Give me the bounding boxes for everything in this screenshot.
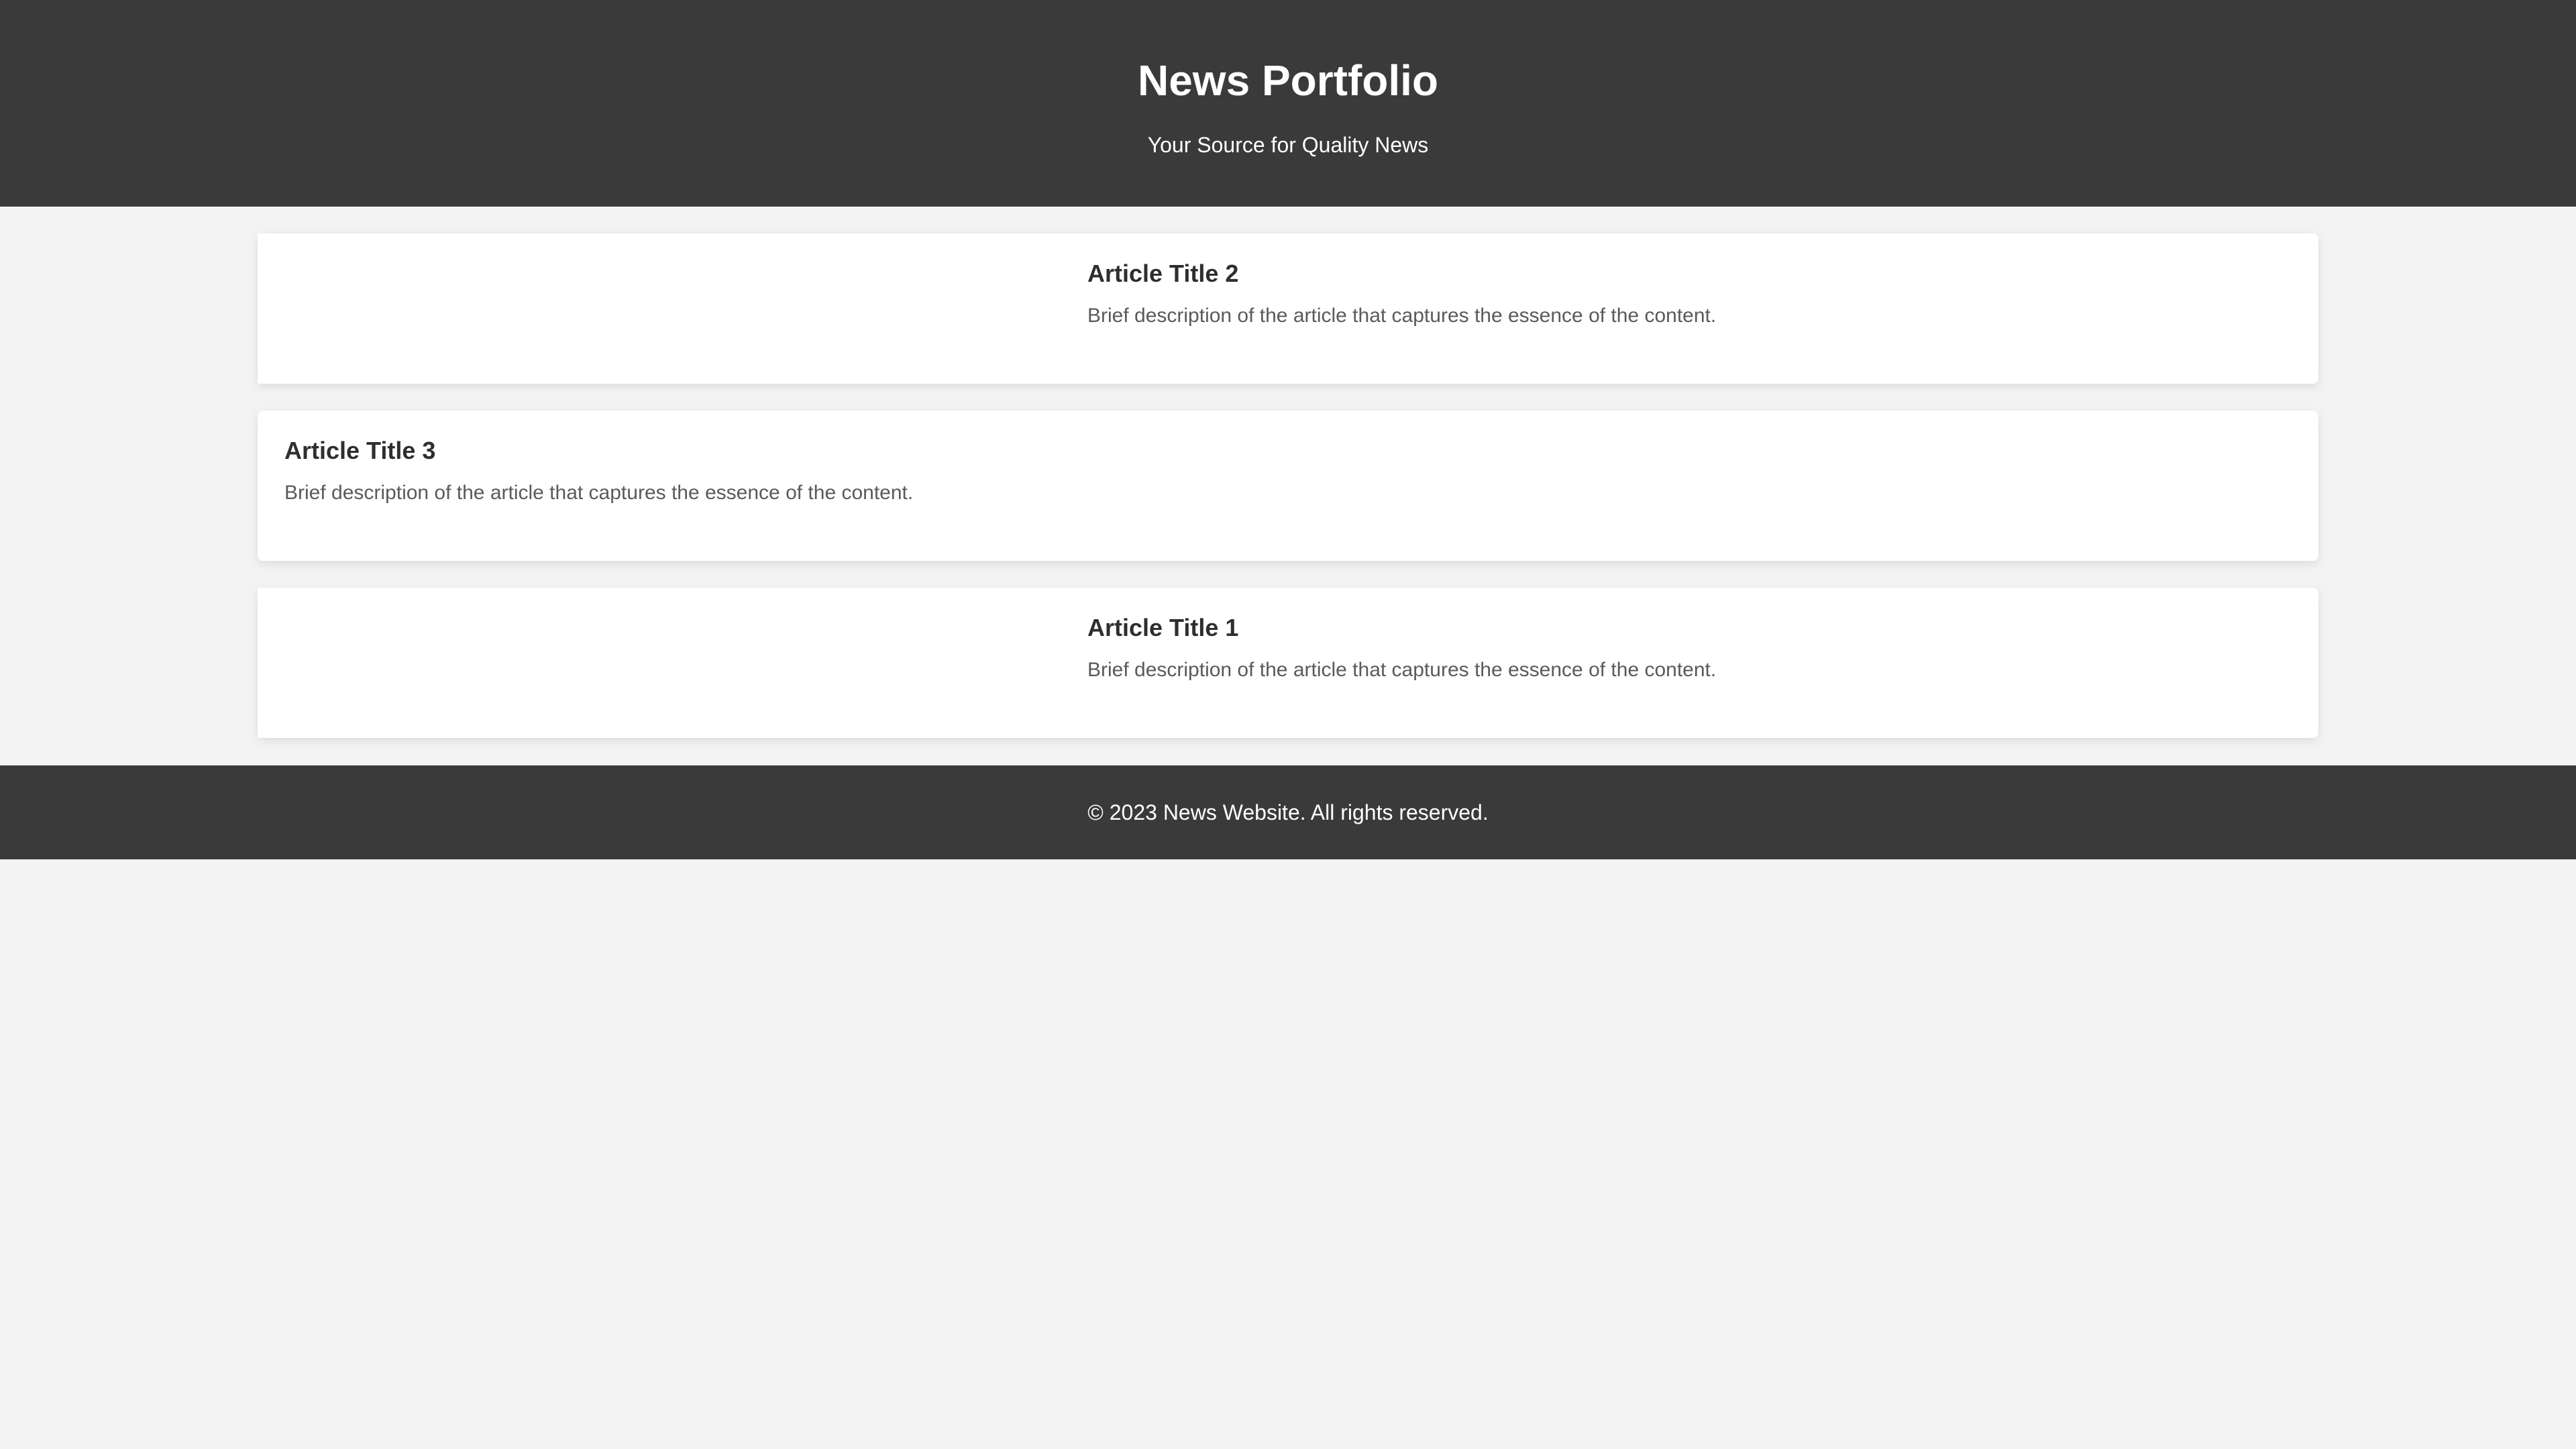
article-card[interactable]: Article Title 1 Brief description of the… <box>258 588 2318 738</box>
copyright-text: © 2023 News Website. All rights reserved… <box>1087 800 1489 824</box>
article-body: Article Title 3 Brief description of the… <box>284 436 913 506</box>
article-body: Article Title 2 Brief description of the… <box>1087 259 1716 329</box>
article-title[interactable]: Article Title 3 <box>284 436 913 466</box>
article-image-placeholder[interactable] <box>258 588 1063 738</box>
site-title: News Portfolio <box>1137 56 1439 105</box>
article-body: Article Title 1 Brief description of the… <box>1087 613 1716 683</box>
article-description: Brief description of the article that ca… <box>1087 659 1717 681</box>
article-description: Brief description of the article that ca… <box>1087 305 1717 327</box>
article-description: Brief description of the article that ca… <box>284 482 914 504</box>
site-tagline: Your Source for Quality News <box>1147 133 1429 157</box>
site-footer: © 2023 News Website. All rights reserved… <box>0 765 2576 859</box>
article-title[interactable]: Article Title 2 <box>1087 259 1716 288</box>
article-image-placeholder[interactable] <box>258 233 1063 384</box>
article-card[interactable]: Article Title 3 Brief description of the… <box>258 411 2318 561</box>
article-list: Article Title 2 Brief description of the… <box>258 233 2318 765</box>
article-card[interactable]: Article Title 2 Brief description of the… <box>258 233 2318 384</box>
article-title[interactable]: Article Title 1 <box>1087 613 1716 643</box>
site-header: News Portfolio Your Source for Quality N… <box>0 0 2576 207</box>
